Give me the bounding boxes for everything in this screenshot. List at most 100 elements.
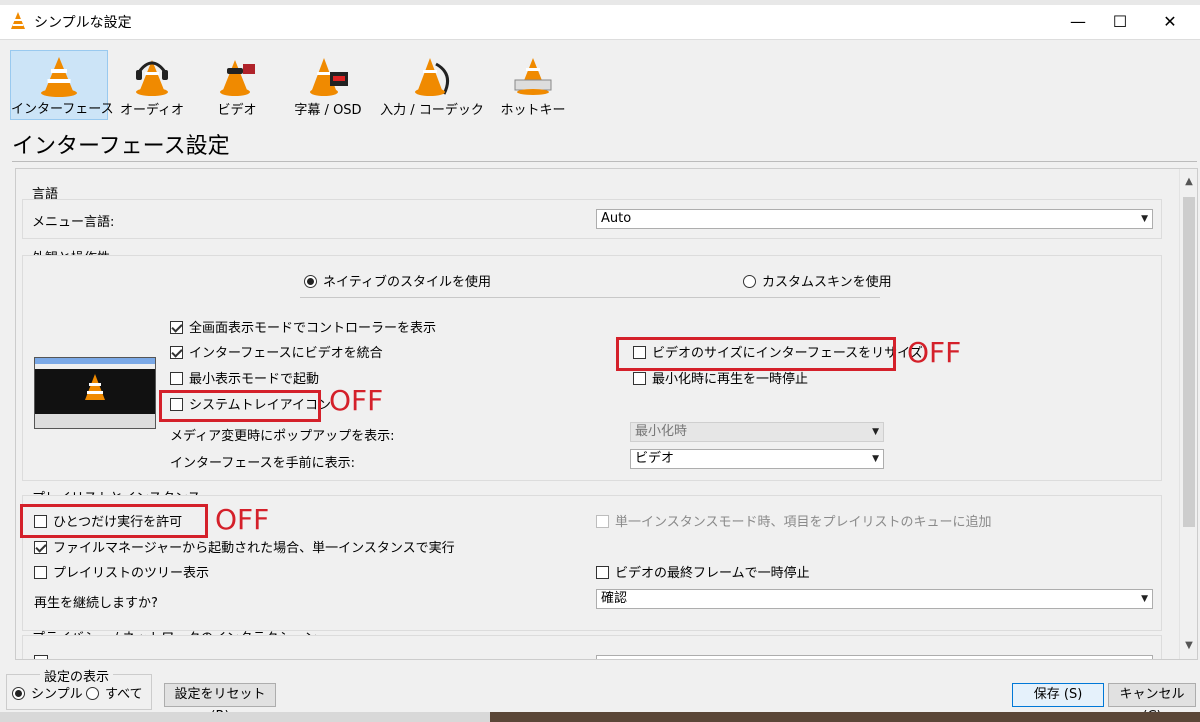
radio-underline [300, 297, 880, 298]
group-appearance [22, 255, 1162, 481]
title-divider [12, 161, 1197, 162]
menu-language-label: メニュー言語: [32, 215, 115, 230]
minimize-button[interactable]: — [1058, 8, 1098, 36]
annotation-off-resize: OFF [907, 336, 962, 369]
maximize-button[interactable]: ☐ [1100, 8, 1140, 36]
radio-native-style-label: ネイティブのスタイルを使用 [323, 275, 491, 290]
checkbox-embed-video-label: インターフェースにビデオを統合 [189, 346, 383, 361]
top-strip [0, 0, 1200, 5]
checkbox-tree-view-label: プレイリストのツリー表示 [53, 566, 210, 581]
raise-interface-value: ビデオ [635, 451, 675, 466]
cable-cone-icon [415, 58, 450, 96]
checkbox-pause-last-frame[interactable]: ビデオの最終フレームで一時停止 [596, 565, 810, 583]
vlc-cone-icon [41, 57, 77, 97]
radio-show-simple[interactable]: シンプル [12, 686, 83, 704]
menu-language-value: Auto [601, 211, 632, 226]
privacy-select-partial[interactable] [596, 655, 1153, 659]
category-toolbar: インターフェース オーディオ ビデオ 字幕 / OSD 入力 / コーデック ホ… [0, 40, 1200, 124]
radio-indicator [304, 275, 317, 288]
vertical-scrollbar[interactable]: ▲ ▼ [1179, 169, 1197, 659]
checkbox-file-manager-single-label: ファイルマネージャーから起動された場合、単一インスタンスで実行 [53, 541, 455, 556]
checkbox-file-manager-single[interactable]: ファイルマネージャーから起動された場合、単一インスタンスで実行 [34, 540, 455, 558]
radio-indicator [86, 687, 99, 700]
clock-cone-icon [310, 58, 348, 96]
checkbox-indicator [596, 566, 609, 579]
checkbox-embed-video[interactable]: インターフェースにビデオを統合 [170, 345, 383, 363]
checkbox-start-minimal[interactable]: 最小表示モードで起動 [170, 371, 319, 389]
annotation-box-systray [159, 390, 321, 422]
headphones-cone-icon [136, 60, 168, 96]
radio-indicator [743, 275, 756, 288]
background-strip [0, 712, 1200, 722]
tab-audio[interactable]: オーディオ [116, 50, 188, 120]
radio-custom-skin[interactable]: カスタムスキンを使用 [743, 274, 892, 292]
tab-input-codec-label: 入力 / コーデック [380, 103, 484, 118]
annotation-off-one-instance: OFF [215, 503, 270, 536]
tab-input-codec[interactable]: 入力 / コーデック [380, 50, 484, 120]
annotation-box-resize [616, 337, 896, 371]
radio-indicator [12, 687, 25, 700]
checkbox-indicator [596, 515, 609, 528]
continue-playback-value: 確認 [601, 591, 628, 606]
raise-interface-label: インターフェースを手前に表示: [170, 456, 355, 471]
vlc-app-icon [11, 12, 25, 29]
checkbox-indicator [170, 346, 183, 359]
chevron-down-icon: ▼ [872, 454, 879, 464]
chevron-down-icon: ▼ [1141, 214, 1148, 224]
tab-subtitles-osd-label: 字幕 / OSD [294, 103, 362, 118]
interface-preview-image [34, 357, 156, 429]
tab-video[interactable]: ビデオ [204, 50, 270, 120]
annotation-off-systray: OFF [329, 384, 384, 417]
scroll-thumb[interactable] [1183, 197, 1195, 527]
show-settings-legend: 設定の表示 [40, 666, 114, 685]
checkbox-pause-minimized-label: 最小化時に再生を一時停止 [652, 372, 809, 387]
checkbox-enqueue-single[interactable]: 単一インスタンスモード時、項目をプレイリストのキューに追加 [596, 514, 991, 532]
tab-video-label: ビデオ [217, 103, 257, 118]
chevron-down-icon: ▼ [1141, 594, 1148, 604]
raise-interface-select[interactable]: ビデオ ▼ [630, 449, 884, 469]
keyboard-cone-icon [514, 58, 552, 95]
radio-native-style[interactable]: ネイティブのスタイルを使用 [304, 274, 491, 292]
checkbox-indicator [170, 321, 183, 334]
tab-interface[interactable]: インターフェース [10, 50, 114, 120]
continue-playback-select[interactable]: 確認 ▼ [596, 589, 1153, 609]
chevron-down-icon: ▼ [872, 427, 879, 437]
checkbox-fullscreen-controller[interactable]: 全画面表示モードでコントローラーを表示 [170, 320, 436, 338]
checkbox-start-minimal-label: 最小表示モードで起動 [189, 372, 320, 387]
settings-window: シンプルな設定 — ☐ ✕ インターフェース オーディオ ビデオ 字幕 / OS… [0, 0, 1200, 722]
radio-show-all[interactable]: すべて [86, 686, 143, 704]
checkbox-indicator [633, 372, 646, 385]
tab-subtitles-osd[interactable]: 字幕 / OSD [284, 50, 372, 120]
popup-select[interactable]: 最小化時 ▼ [630, 422, 884, 442]
tab-hotkeys-label: ホットキー [500, 103, 566, 118]
checkbox-tree-view[interactable]: プレイリストのツリー表示 [34, 565, 209, 583]
popup-label: メディア変更時にポップアップを表示: [170, 429, 395, 444]
page-title: インターフェース設定 [12, 134, 230, 159]
reset-settings-button[interactable]: 設定をリセット (R) [164, 683, 276, 722]
tab-audio-label: オーディオ [119, 103, 185, 118]
checkbox-indicator [34, 566, 47, 579]
vlc-cone-icon [85, 374, 105, 400]
tab-hotkeys[interactable]: ホットキー [496, 50, 570, 120]
checkbox-indicator [34, 541, 47, 554]
checkbox-fullscreen-controller-label: 全画面表示モードでコントローラーを表示 [189, 321, 437, 336]
scroll-up-icon[interactable]: ▲ [1180, 173, 1197, 191]
title-bar: シンプルな設定 — ☐ ✕ [0, 0, 1200, 40]
menu-language-select[interactable]: Auto ▼ [596, 209, 1153, 229]
background-strip-dark [490, 712, 1200, 722]
checkbox-pause-last-frame-label: ビデオの最終フレームで一時停止 [615, 566, 810, 581]
radio-show-simple-label: シンプル [31, 687, 83, 702]
checkbox-pause-minimized[interactable]: 最小化時に再生を一時停止 [633, 371, 808, 389]
popup-value: 最小化時 [635, 424, 688, 439]
scroll-down-icon[interactable]: ▼ [1180, 637, 1197, 655]
radio-custom-skin-label: カスタムスキンを使用 [762, 275, 892, 290]
window-title: シンプルな設定 [34, 15, 132, 31]
checkbox-enqueue-single-label: 単一インスタンスモード時、項目をプレイリストのキューに追加 [615, 515, 992, 530]
annotation-box-one-instance [20, 504, 208, 538]
checkbox-partial[interactable] [34, 655, 48, 659]
cancel-button[interactable]: キャンセル (C) [1108, 683, 1196, 722]
save-button[interactable]: 保存 (S) [1012, 683, 1104, 707]
tab-interface-label: インターフェース [11, 102, 114, 117]
radio-show-all-label: すべて [105, 687, 143, 702]
close-button[interactable]: ✕ [1150, 8, 1190, 36]
